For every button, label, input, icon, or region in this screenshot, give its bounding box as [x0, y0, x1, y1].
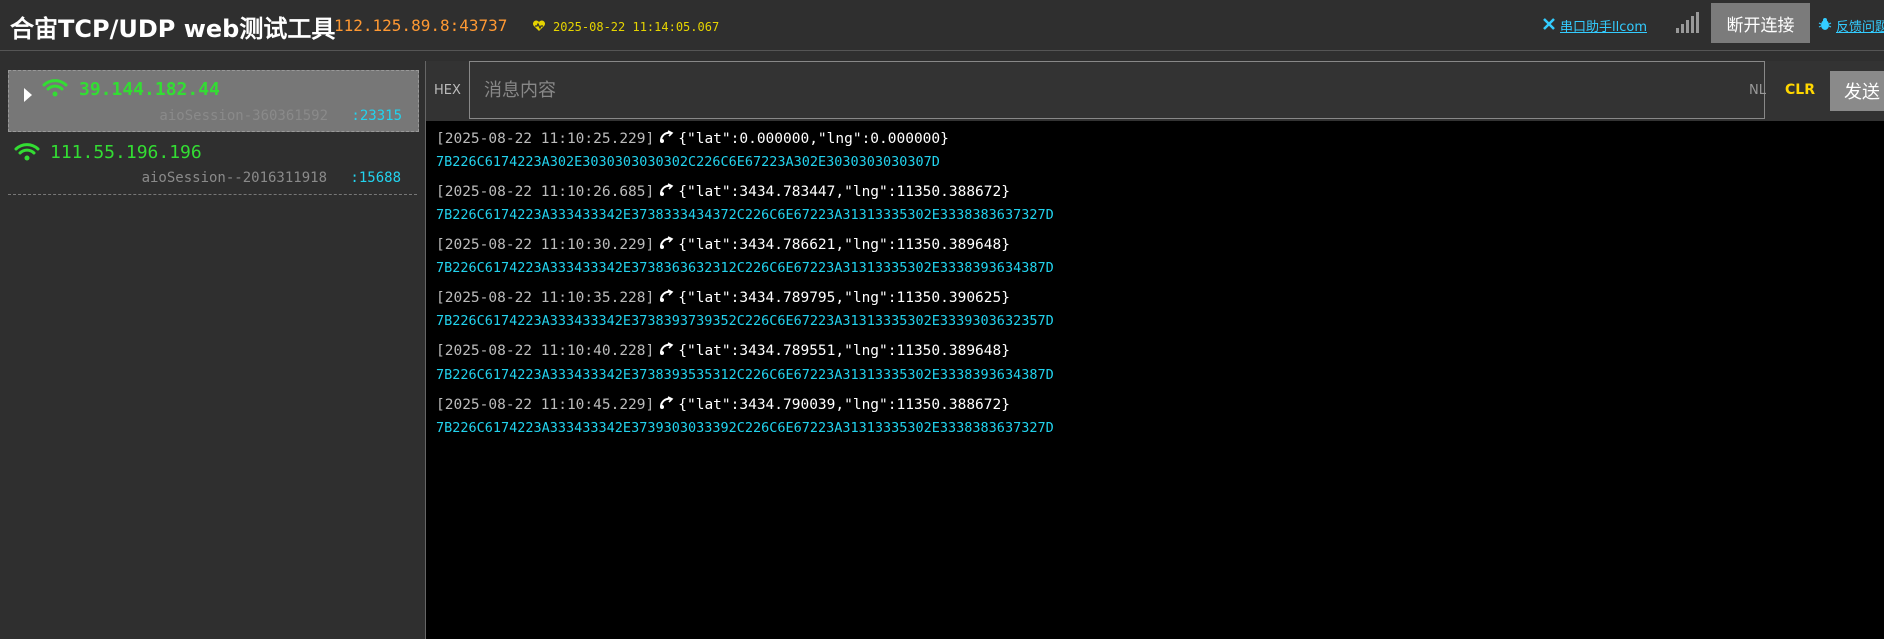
feedback-link[interactable]: 反馈问题	[1818, 16, 1884, 35]
log-timestamp: [2025-08-22 11:10:40.228]	[436, 343, 655, 359]
log-hex: 7B226C6174223A333433342E3739303033392C22…	[436, 420, 1054, 436]
log-hex: 7B226C6174223A333433342E3738393739352C22…	[436, 313, 1054, 329]
receive-icon	[660, 289, 674, 302]
header-bar: 合宙TCP/UDP web测试工具 112.125.89.8:43737 202…	[0, 0, 1884, 51]
tools-icon	[1543, 18, 1555, 30]
session-port: :23315	[351, 108, 402, 124]
log-hex: 7B226C6174223A302E3030303030302C226C6E67…	[436, 154, 940, 170]
session-ip: 111.55.196.196	[50, 142, 202, 163]
session-id: aioSession--2016311918	[141, 170, 327, 186]
app-title: 合宙TCP/UDP web测试工具	[10, 15, 336, 43]
receive-icon	[660, 183, 674, 196]
log-entry: [2025-08-22 11:10:26.685] {"lat":3434.783…	[436, 183, 1010, 200]
main-panel: HEX NL CLR 发送 [2025-08-22 11:10:25.229] {…	[425, 61, 1884, 639]
heart-icon	[532, 20, 546, 31]
feedback-label: 反馈问题	[1836, 20, 1884, 35]
log-entry: [2025-08-22 11:10:30.229] {"lat":3434.786…	[436, 236, 1010, 253]
serial-assistant-label: 串口助手llcom	[1560, 20, 1647, 35]
receive-icon	[660, 342, 674, 355]
session-list: 39.144.182.44 aioSession-360361592 :2331…	[0, 51, 425, 639]
server-address: 112.125.89.8:43737	[334, 16, 508, 35]
newline-toggle[interactable]: NL	[1749, 83, 1766, 98]
server-time: 2025-08-22 11:14:05.067	[553, 20, 720, 34]
message-log[interactable]: [2025-08-22 11:10:25.229] {"lat":0.000000…	[426, 121, 1884, 639]
wifi-icon	[42, 79, 68, 97]
log-payload: {"lat":3434.789551,"lng":11350.389648}	[678, 343, 1010, 359]
session-id: aioSession-360361592	[159, 108, 328, 124]
receive-icon	[660, 236, 674, 249]
log-entry: [2025-08-22 11:10:35.228] {"lat":3434.789…	[436, 289, 1010, 306]
log-timestamp: [2025-08-22 11:10:35.228]	[436, 290, 655, 306]
wifi-icon	[14, 143, 40, 161]
session-port: :15688	[350, 170, 401, 186]
log-hex: 7B226C6174223A333433342E3738333434372C22…	[436, 207, 1054, 223]
log-entry: [2025-08-22 11:10:40.228] {"lat":3434.789…	[436, 342, 1010, 359]
log-payload: {"lat":3434.789795,"lng":11350.390625}	[678, 290, 1010, 306]
session-item[interactable]: 111.55.196.196 aioSession--2016311918 :1…	[8, 133, 417, 195]
signal-bars-icon	[1676, 12, 1699, 33]
log-timestamp: [2025-08-22 11:10:45.229]	[436, 397, 655, 413]
log-payload: {"lat":3434.783447,"lng":11350.388672}	[678, 184, 1010, 200]
message-input[interactable]	[469, 61, 1765, 119]
log-entry: [2025-08-22 11:10:25.229] {"lat":0.000000…	[436, 130, 949, 147]
receive-icon	[660, 396, 674, 409]
bug-icon	[1818, 18, 1832, 30]
expand-arrow-icon	[24, 88, 32, 102]
log-timestamp: [2025-08-22 11:10:26.685]	[436, 184, 655, 200]
session-item[interactable]: 39.144.182.44 aioSession-360361592 :2331…	[8, 70, 419, 132]
log-timestamp: [2025-08-22 11:10:30.229]	[436, 237, 655, 253]
session-ip: 39.144.182.44	[79, 79, 220, 100]
disconnect-button[interactable]: 断开连接	[1711, 3, 1810, 43]
hex-toggle[interactable]: HEX	[434, 83, 461, 98]
log-timestamp: [2025-08-22 11:10:25.229]	[436, 131, 655, 147]
log-payload: {"lat":0.000000,"lng":0.000000}	[678, 131, 949, 147]
log-hex: 7B226C6174223A333433342E3738393535312C22…	[436, 367, 1054, 383]
log-payload: {"lat":3434.790039,"lng":11350.388672}	[678, 397, 1010, 413]
log-payload: {"lat":3434.786621,"lng":11350.389648}	[678, 237, 1010, 253]
message-input-bar: HEX NL CLR 发送	[426, 61, 1884, 121]
send-button[interactable]: 发送	[1830, 71, 1884, 111]
serial-assistant-link[interactable]: 串口助手llcom	[1542, 16, 1647, 35]
clear-button[interactable]: CLR	[1785, 82, 1815, 98]
log-hex: 7B226C6174223A333433342E3738363632312C22…	[436, 260, 1054, 276]
receive-icon	[660, 130, 674, 143]
log-entry: [2025-08-22 11:10:45.229] {"lat":3434.790…	[436, 396, 1010, 413]
